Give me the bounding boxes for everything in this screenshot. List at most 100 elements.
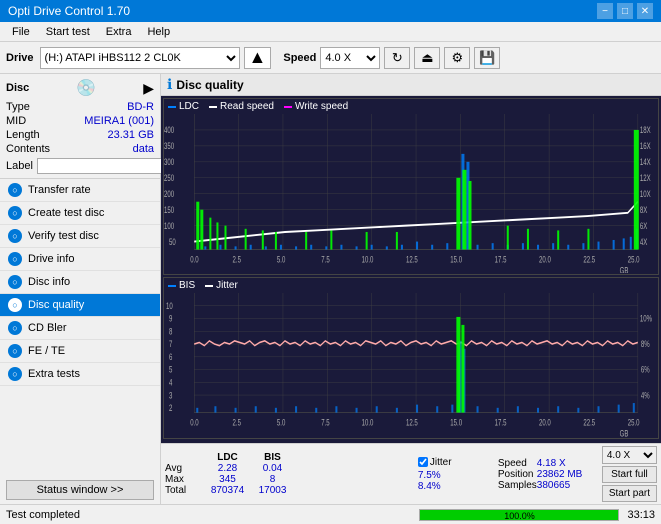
speed-combo-select[interactable]: 4.0 X — [602, 446, 657, 464]
svg-text:25.0: 25.0 — [628, 417, 640, 428]
stats-row: LDC BIS Avg 2.28 0.04 Max 345 8 — [165, 446, 657, 502]
sidebar-item-cd-bler[interactable]: ○ CD Bler — [0, 317, 160, 340]
svg-text:12.5: 12.5 — [406, 417, 418, 428]
disc-label-input[interactable] — [37, 158, 171, 174]
svg-text:350: 350 — [164, 141, 175, 152]
toolbar: Drive (H:) ATAPI iHBS112 2 CL0K ▲ Speed … — [0, 42, 661, 74]
samples-stat-label: Samples — [498, 480, 537, 491]
sidebar-item-transfer-rate[interactable]: ○ Transfer rate — [0, 179, 160, 202]
svg-text:18X: 18X — [640, 125, 651, 136]
avg-ldc-value: 2.28 — [205, 463, 250, 474]
right-buttons: 4.0 X Start full Start part — [602, 446, 657, 502]
svg-text:100: 100 — [164, 220, 175, 231]
start-full-button[interactable]: Start full — [602, 466, 657, 483]
content-area: ℹ Disc quality LDC Read speed — [161, 74, 661, 504]
svg-text:0.0: 0.0 — [190, 254, 199, 265]
svg-text:4X: 4X — [640, 236, 648, 247]
sidebar-item-fe-te[interactable]: ○ FE / TE — [0, 340, 160, 363]
svg-text:20.0: 20.0 — [539, 417, 551, 428]
write-legend-label: Write speed — [295, 101, 348, 112]
menu-extra[interactable]: Extra — [98, 24, 140, 40]
transfer-rate-icon: ○ — [8, 183, 22, 197]
col-ldc-header: LDC — [205, 452, 250, 463]
disc-icon: 💿 — [76, 78, 96, 98]
disc-panel-title: Disc — [6, 82, 29, 94]
titlebar-controls: − □ ✕ — [597, 3, 653, 19]
sidebar-item-extra-tests[interactable]: ○ Extra tests — [0, 363, 160, 386]
menu-help[interactable]: Help — [139, 24, 178, 40]
menu-start-test[interactable]: Start test — [38, 24, 98, 40]
ldc-legend-item: LDC — [168, 101, 199, 112]
drive-select[interactable]: (H:) ATAPI iHBS112 2 CL0K — [40, 47, 240, 69]
svg-text:10.0: 10.0 — [362, 254, 374, 265]
save-button[interactable]: 💾 — [474, 47, 500, 69]
drive-label: Drive — [6, 52, 34, 64]
minimize-button[interactable]: − — [597, 3, 613, 19]
svg-text:2: 2 — [169, 403, 173, 414]
menu-file[interactable]: File — [4, 24, 38, 40]
sidebar-item-disc-info[interactable]: ○ Disc info — [0, 271, 160, 294]
jitter-section: Jitter 7.5% 8.4% — [418, 457, 498, 492]
titlebar-title: Opti Drive Control 1.70 — [8, 4, 130, 18]
svg-text:150: 150 — [164, 205, 175, 216]
sidebar-item-label-verify-test-disc: Verify test disc — [28, 230, 99, 242]
svg-text:7.5: 7.5 — [321, 417, 330, 428]
progress-text: 100.0% — [420, 510, 618, 522]
svg-text:15.0: 15.0 — [450, 417, 462, 428]
close-button[interactable]: ✕ — [637, 3, 653, 19]
disc-quality-header-icon: ℹ — [167, 76, 172, 93]
start-part-button[interactable]: Start part — [602, 485, 657, 502]
sidebar-item-create-test-disc[interactable]: ○ Create test disc — [0, 202, 160, 225]
disc-label-label: Label — [6, 160, 33, 172]
extra-tests-icon: ○ — [8, 367, 22, 381]
total-ldc-value: 870374 — [205, 485, 250, 496]
fe-te-icon: ○ — [8, 344, 22, 358]
svg-text:8%: 8% — [641, 339, 650, 350]
sidebar-item-label-cd-bler: CD Bler — [28, 322, 67, 334]
disc-length-label: Length — [6, 129, 40, 141]
read-legend-label: Read speed — [220, 101, 274, 112]
speed-select[interactable]: 4.0 X — [320, 47, 380, 69]
create-test-disc-icon: ○ — [8, 206, 22, 220]
speed-position-section: Speed 4.18 X Position 23862 MB Samples 3… — [498, 458, 598, 491]
svg-text:6%: 6% — [641, 365, 650, 376]
statusbar: Test completed 100.0% 33:13 — [0, 504, 661, 524]
sidebar-item-drive-info[interactable]: ○ Drive info — [0, 248, 160, 271]
ldc-chart-svg: 400 350 300 250 200 150 100 50 18X 16X 1… — [164, 114, 658, 273]
eject-button[interactable]: ▲ — [244, 47, 272, 69]
speed-label: Speed — [283, 52, 316, 64]
sidebar-item-verify-test-disc[interactable]: ○ Verify test disc — [0, 225, 160, 248]
svg-text:GB: GB — [620, 429, 629, 437]
bis-legend-dot — [168, 285, 176, 287]
max-ldc-value: 345 — [205, 474, 250, 485]
svg-text:GB: GB — [620, 265, 629, 273]
total-label: Total — [165, 485, 205, 496]
main-area: Disc 💿 ▶ Type BD-R MID MEIRA1 (001) Leng… — [0, 74, 661, 504]
bis-chart: BIS Jitter — [163, 277, 659, 439]
svg-text:50: 50 — [169, 236, 176, 247]
ldc-legend-dot — [168, 106, 176, 108]
sidebar-item-disc-quality[interactable]: ○ Disc quality — [0, 294, 160, 317]
svg-text:17.5: 17.5 — [495, 254, 507, 265]
status-window-button[interactable]: Status window >> — [6, 480, 154, 500]
disc-type-label: Type — [6, 101, 30, 113]
settings-button[interactable]: ⚙ — [444, 47, 470, 69]
refresh-button[interactable]: ↻ — [384, 47, 410, 69]
svg-text:9: 9 — [169, 314, 173, 325]
disc-arrow-icon[interactable]: ▶ — [143, 80, 154, 97]
disc-contents-row: Contents data — [6, 142, 154, 156]
jitter-checkbox[interactable] — [418, 457, 428, 467]
svg-text:4: 4 — [169, 378, 173, 389]
svg-text:8: 8 — [169, 327, 173, 338]
disc-eject-button[interactable]: ⏏ — [414, 47, 440, 69]
time-text: 33:13 — [627, 509, 655, 521]
progress-container: 100.0% — [419, 509, 619, 521]
sidebar-item-label-create-test-disc: Create test disc — [28, 207, 104, 219]
jitter-legend-item: Jitter — [205, 280, 238, 291]
bis-legend-label: BIS — [179, 280, 195, 291]
jitter-legend-dot — [205, 285, 213, 287]
disc-mid-value: MEIRA1 (001) — [84, 115, 154, 127]
sidebar-item-label-extra-tests: Extra tests — [28, 368, 80, 380]
maximize-button[interactable]: □ — [617, 3, 633, 19]
disc-mid-label: MID — [6, 115, 26, 127]
